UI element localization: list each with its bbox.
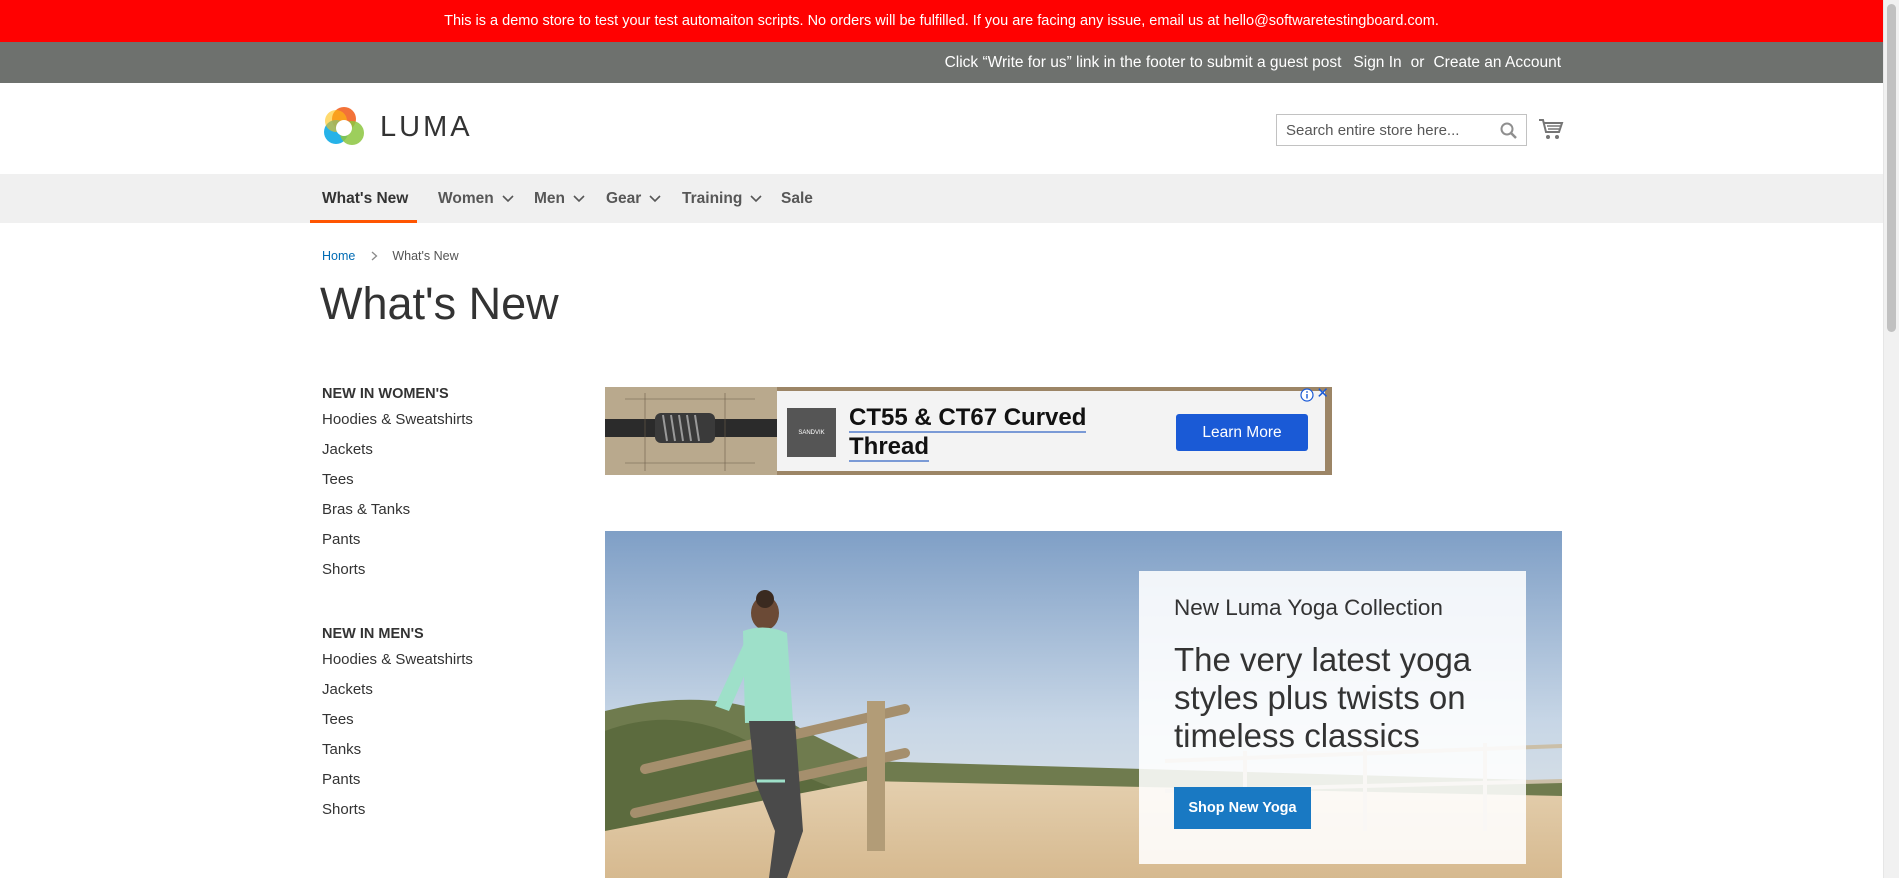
sidebar-item[interactable]: Hoodies & Sweatshirts — [322, 645, 473, 675]
header-links: Click “Write for us” link in the footer … — [933, 42, 1561, 83]
sidebar-item[interactable]: Pants — [322, 525, 473, 555]
sign-in-link[interactable]: Sign In — [1353, 54, 1401, 71]
nav-item-gear[interactable]: Gear — [606, 174, 661, 223]
chevron-right-icon — [371, 251, 378, 261]
ad-headline[interactable]: CT55 & CT67 Curved Thread — [849, 403, 1109, 462]
ad-product-image — [605, 387, 777, 475]
hero-banner[interactable]: New Luma Yoga Collection The very latest… — [605, 531, 1562, 878]
nav-item-label: Gear — [606, 189, 642, 207]
ad-brand: SANDVIK — [798, 429, 825, 436]
chevron-down-icon — [649, 194, 661, 202]
nav-item-label: What's New — [322, 189, 409, 207]
nav-item-label: Women — [438, 189, 494, 207]
sandvik-logo: SANDVIK — [787, 408, 836, 457]
ad-learn-more-button[interactable]: Learn More — [1176, 414, 1308, 451]
sidebar-item[interactable]: Tees — [322, 465, 473, 495]
breadcrumb-current: What's New — [392, 249, 459, 263]
search-box — [1276, 114, 1527, 146]
sidebar-item[interactable]: Tanks — [322, 735, 473, 765]
chevron-down-icon — [750, 194, 762, 202]
page-scrollbar[interactable] — [1883, 0, 1899, 878]
shop-new-yoga-button[interactable]: Shop New Yoga — [1174, 787, 1311, 829]
nav-item-sale[interactable]: Sale — [781, 174, 813, 223]
sidebar-item[interactable]: Jackets — [322, 675, 473, 705]
demo-notice-bar: This is a demo store to test your test a… — [0, 0, 1883, 42]
nav-item-label: Men — [534, 189, 565, 207]
active-nav-indicator — [310, 220, 417, 223]
demo-notice-text: This is a demo store to test your test a… — [444, 13, 1439, 29]
cart-icon[interactable] — [1538, 117, 1564, 141]
sidebar-heading: NEW IN WOMEN'S — [322, 386, 449, 402]
sidebar-item[interactable]: Shorts — [322, 555, 473, 585]
nav-item-label: Sale — [781, 189, 813, 207]
ad-close-icon[interactable]: ✕ — [1316, 387, 1329, 401]
guest-post-promo: Click “Write for us” link in the footer … — [944, 53, 1342, 71]
breadcrumb-home-link[interactable]: Home — [322, 249, 355, 263]
hero-title: The very latest yoga styles plus twists … — [1174, 641, 1472, 754]
chevron-down-icon — [502, 194, 514, 202]
sidebar-item[interactable]: Pants — [322, 765, 473, 795]
sidebar-item[interactable]: Shorts — [322, 795, 473, 825]
sidebar-women: NEW IN WOMEN'S Hoodies & Sweatshirts Jac… — [322, 386, 473, 585]
nav-item-men[interactable]: Men — [534, 174, 585, 223]
logo-text: LUMA — [380, 110, 473, 143]
sidebar-list: Hoodies & Sweatshirts Jackets Tees Bras … — [322, 405, 473, 585]
hero-subtitle: New Luma Yoga Collection — [1174, 595, 1443, 620]
scrollbar-thumb[interactable] — [1887, 4, 1896, 332]
chevron-down-icon — [573, 194, 585, 202]
nav-item-label: Training — [682, 189, 743, 207]
search-icon[interactable] — [1500, 122, 1518, 140]
search-input[interactable] — [1277, 115, 1526, 145]
sidebar-item[interactable]: Tees — [322, 705, 473, 735]
panel-header: Click “Write for us” link in the footer … — [0, 42, 1883, 83]
sidebar-item[interactable]: Bras & Tanks — [322, 495, 473, 525]
ad-info-icon[interactable] — [1300, 388, 1314, 402]
ad-card: SANDVIK CT55 & CT67 Curved Thread Learn … — [777, 391, 1325, 471]
sidebar-list: Hoodies & Sweatshirts Jackets Tees Tanks… — [322, 645, 473, 825]
luma-logo-icon — [324, 107, 364, 145]
page-title: What's New — [320, 278, 559, 329]
breadcrumb: Home What's New — [322, 249, 459, 263]
hero-content-panel: New Luma Yoga Collection The very latest… — [1139, 571, 1526, 864]
sidebar-item[interactable]: Hoodies & Sweatshirts — [322, 405, 473, 435]
create-account-link[interactable]: Create an Account — [1433, 54, 1561, 71]
luma-logo[interactable]: LUMA — [322, 105, 473, 149]
sidebar-item[interactable]: Jackets — [322, 435, 473, 465]
advertisement-banner[interactable]: SANDVIK CT55 & CT67 Curved Thread Learn … — [605, 387, 1332, 475]
nav-item-women[interactable]: Women — [438, 174, 514, 223]
sidebar-heading: NEW IN MEN'S — [322, 626, 424, 642]
ad-headline-text: CT55 & CT67 Curved Thread — [849, 404, 1087, 462]
or-separator: or — [1410, 53, 1425, 71]
nav-item-whats-new[interactable]: What's New — [322, 174, 408, 223]
site-header: LUMA — [0, 83, 1883, 174]
sidebar-men: NEW IN MEN'S Hoodies & Sweatshirts Jacke… — [322, 626, 473, 825]
main-navigation: What's New Women Men Gear Training Sale — [0, 174, 1883, 223]
nav-item-training[interactable]: Training — [682, 174, 762, 223]
